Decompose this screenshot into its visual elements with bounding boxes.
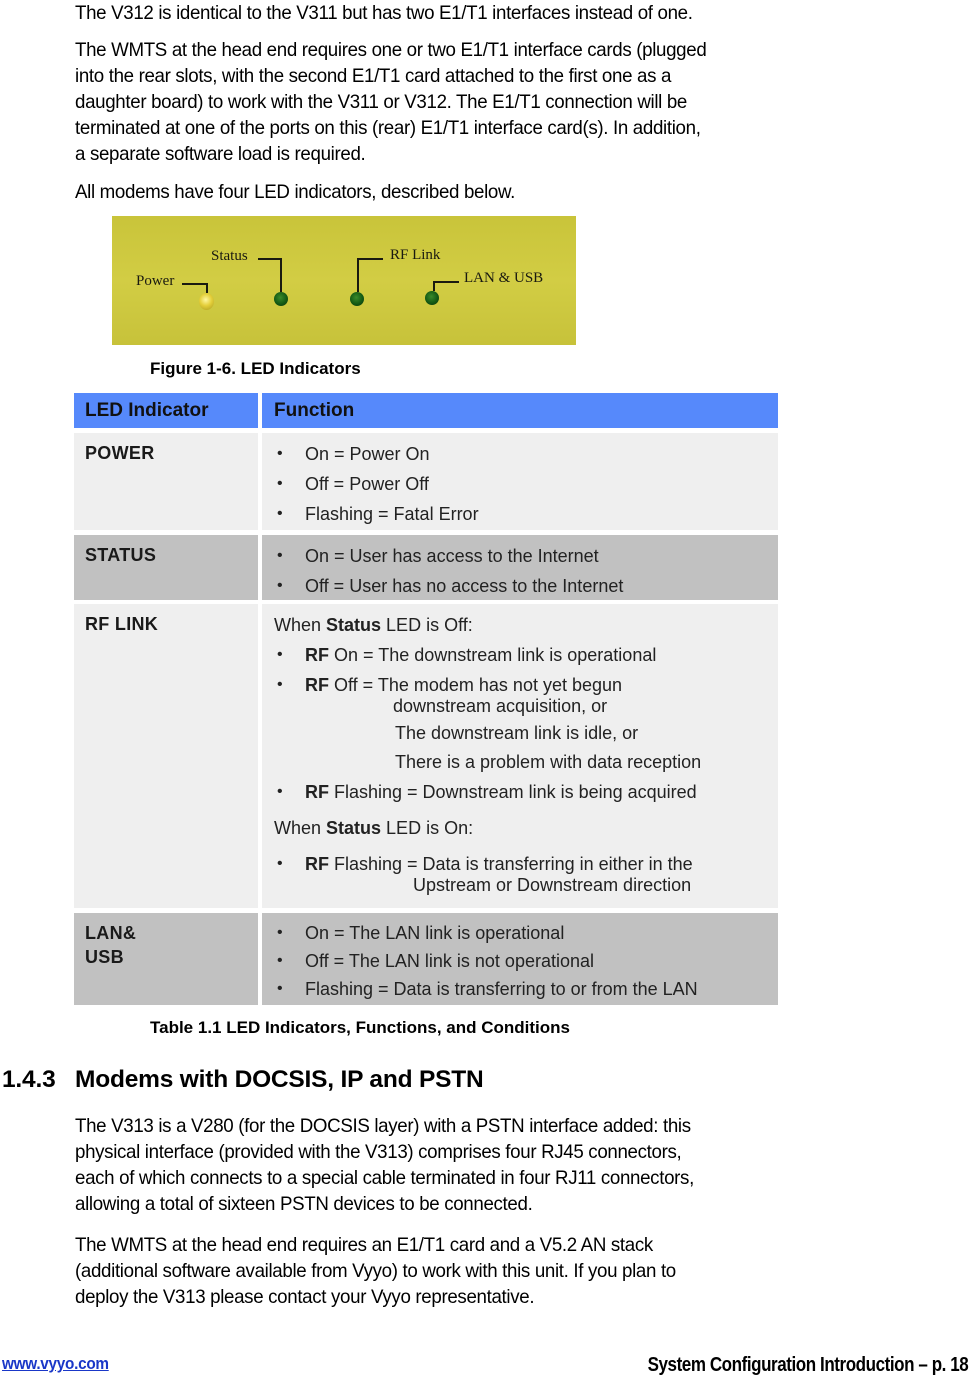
status-on-note: When Status LED is On:: [274, 813, 778, 843]
status-off-note: When Status LED is Off:: [274, 610, 778, 640]
list-item: Off = Power Off: [274, 469, 778, 499]
power-leader-line: [182, 283, 207, 285]
section-number: 1.4.3: [2, 1066, 56, 1093]
rf-link-leader-line: [357, 258, 383, 260]
note-bold: Status: [326, 818, 382, 838]
rf-link-label: RF Link: [390, 247, 441, 263]
text-line: The V313 is a V280 (for the DOCSIS layer…: [75, 1115, 691, 1137]
text-line: a separate software load is required.: [75, 143, 366, 165]
text-line: The WMTS at the head end requires one or…: [75, 39, 707, 61]
indicator-line: LAN&: [85, 923, 137, 943]
rf-link-led-icon: [350, 292, 364, 306]
website-link[interactable]: www.vyyo.com: [2, 1354, 109, 1374]
list-item: On = The LAN link is operational: [274, 919, 778, 947]
table-caption: Table 1.1 LED Indicators, Functions, and…: [150, 1018, 570, 1037]
list-item: On = User has access to the Internet: [274, 541, 778, 571]
power-led-icon: [199, 293, 214, 310]
table-row-rf-link-function: When Status LED is Off: RF On = The down…: [262, 604, 778, 908]
section-heading: 1.4.3 Modems with DOCSIS, IP and PSTN: [2, 1066, 484, 1094]
continuation-line: Upstream or Downstream direction: [413, 875, 692, 895]
lan-usb-label: LAN & USB: [464, 270, 544, 286]
item-text: Flashing = Downstream link is being acqu…: [329, 782, 697, 802]
item-text: Off = The modem has not yet begun: [329, 675, 623, 695]
text-line: each of which connects to a special cabl…: [75, 1167, 694, 1189]
led-indicators-figure: Power Status RF Link LAN & USB: [112, 216, 576, 345]
status-leader-line: [258, 258, 282, 260]
continuation-line: The downstream link is idle, or: [395, 723, 639, 743]
table-header-indicator: LED Indicator: [74, 393, 258, 428]
section-title: Modems with DOCSIS, IP and PSTN: [75, 1066, 484, 1093]
text-line: physical interface (provided with the V3…: [75, 1141, 682, 1163]
led-table: LED Indicator Function POWER On = Power …: [74, 393, 778, 1005]
text-line: into the rear slots, with the second E1/…: [75, 65, 672, 87]
text-line: deploy the V313 please contact your Vyyo…: [75, 1286, 535, 1308]
list-item: RF Off = The modem has not yet begun dow…: [274, 670, 778, 777]
status-label: Status: [211, 248, 248, 264]
note-bold: Status: [326, 615, 382, 635]
table-row-rf-link-indicator: RF LINK: [74, 604, 258, 908]
note-text: LED is Off:: [381, 615, 473, 635]
status-led-icon: [274, 292, 288, 306]
text-line: (additional software available from Vyyo…: [75, 1260, 676, 1282]
continuation-line: downstream acquisition, or: [393, 696, 608, 716]
rf-link-leader-line: [357, 258, 359, 292]
power-label: Power: [136, 273, 175, 289]
table-row-status-function: On = User has access to the Internet Off…: [262, 535, 778, 601]
table-row-lan-usb-indicator: LAN& USB: [74, 913, 258, 1005]
lan-usb-leader-line: [433, 281, 435, 291]
list-item: RF Flashing = Data is transferring in ei…: [274, 849, 778, 898]
text-line: The WMTS at the head end requires an E1/…: [75, 1234, 653, 1256]
table-header-function: Function: [262, 393, 778, 428]
lan-usb-leader-line: [433, 281, 459, 283]
list-item: RF Flashing = Downstream link is being a…: [274, 777, 778, 807]
table-row-power-indicator: POWER: [74, 433, 258, 530]
table-row-lan-usb-function: On = The LAN link is operational Off = T…: [262, 913, 778, 1005]
section-paragraph-1: The V313 is a V280 (for the DOCSIS layer…: [75, 1113, 843, 1217]
page-footer-label: System Configuration Introduction – p. 1…: [647, 1354, 968, 1376]
figure-caption: Figure 1-6. LED Indicators: [150, 359, 361, 378]
text-line: daughter board) to work with the V311 or…: [75, 91, 688, 113]
text-line: terminated at one of the ports on this (…: [75, 117, 701, 139]
lan-usb-led-icon: [425, 291, 439, 305]
rf-bold: RF: [305, 675, 329, 695]
rf-bold: RF: [305, 645, 329, 665]
section-paragraph-2: The WMTS at the head end requires an E1/…: [75, 1232, 843, 1310]
power-leader-line: [206, 283, 208, 293]
list-item: Flashing = Data is transferring to or fr…: [274, 975, 778, 1003]
note-text: LED is On:: [381, 818, 474, 838]
table-row-power-function: On = Power On Off = Power Off Flashing =…: [262, 433, 778, 530]
list-item: Off = User has no access to the Internet: [274, 571, 778, 601]
rf-bold: RF: [305, 854, 329, 874]
intro-paragraph-1: The V312 is identical to the V311 but ha…: [75, 2, 693, 24]
list-item: Flashing = Fatal Error: [274, 499, 778, 529]
indicator-line: USB: [85, 947, 124, 967]
list-item: Off = The LAN link is not operational: [274, 947, 778, 975]
status-leader-line: [280, 258, 282, 292]
text-line: allowing a total of sixteen PSTN devices…: [75, 1193, 533, 1215]
intro-paragraph-2: The WMTS at the head end requires one or…: [75, 37, 843, 167]
intro-paragraph-3: All modems have four LED indicators, des…: [75, 181, 516, 203]
item-text: On = The downstream link is operational: [329, 645, 657, 665]
list-item: RF On = The downstream link is operation…: [274, 640, 778, 670]
note-text: When: [274, 818, 327, 838]
note-text: When: [274, 615, 327, 635]
continuation-line: There is a problem with data reception: [395, 752, 702, 772]
list-item: On = Power On: [274, 439, 778, 469]
item-text: Flashing = Data is transferring in eithe…: [329, 854, 693, 874]
rf-bold: RF: [305, 782, 329, 802]
table-row-status-indicator: STATUS: [74, 535, 258, 600]
